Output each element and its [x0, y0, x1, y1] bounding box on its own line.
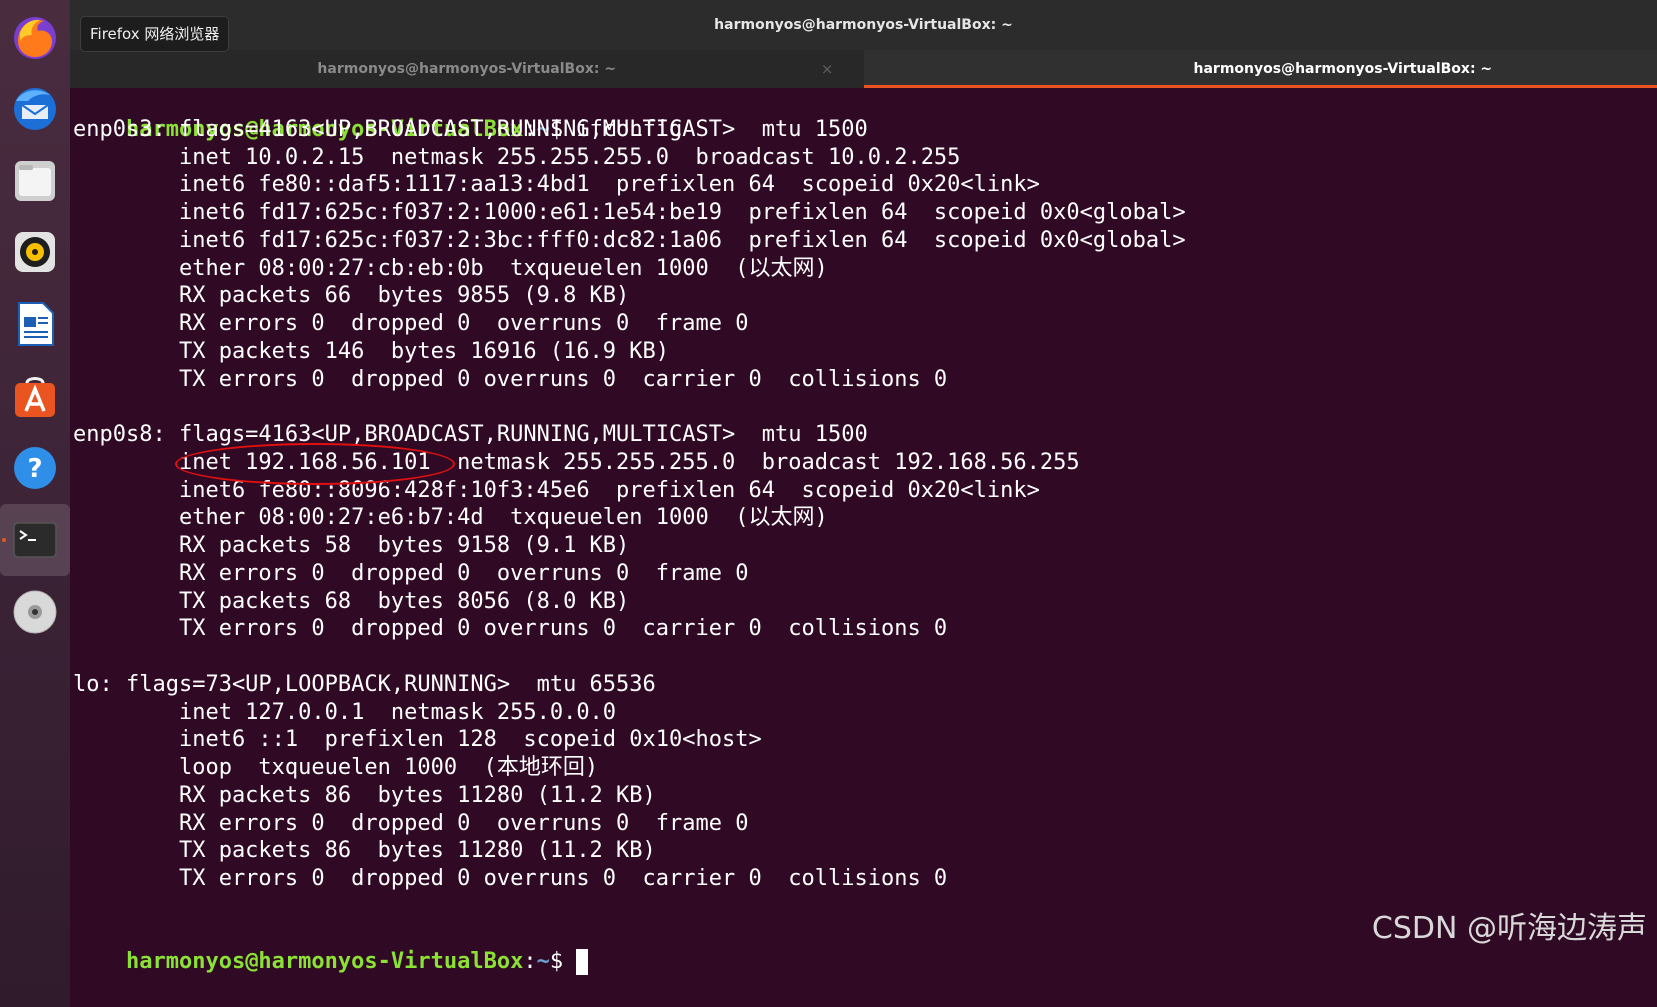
output-line: ether 08:00:27:e6:b7:4d txqueuelen 1000 …	[73, 505, 828, 531]
firefox-icon	[14, 17, 56, 59]
output-line: enp0s3: flags=4163<UP,BROADCAST,RUNNING,…	[73, 116, 868, 142]
terminal-output[interactable]: harmonyos@harmonyos-VirtualBox:~$ ifconf…	[70, 88, 1657, 1007]
output-line: lo: flags=73<UP,LOOPBACK,RUNNING> mtu 65…	[73, 671, 656, 697]
output-line: TX packets 86 bytes 11280 (11.2 KB)	[73, 838, 656, 864]
dock-item-terminal[interactable]	[0, 504, 70, 576]
output-line: inet6 fd17:625c:f037:2:1000:e61:1e54:be1…	[73, 200, 1186, 225]
disc-icon	[13, 590, 57, 634]
output-line: inet 192.168.56.101 netmask 255.255.255.…	[73, 449, 1080, 475]
output-line: loop txqueuelen 1000 (本地环回)	[73, 755, 599, 780]
output-line: inet6 fd17:625c:f037:2:3bc:fff0:dc82:1a0…	[73, 227, 1186, 253]
output-line: RX packets 86 bytes 11280 (11.2 KB)	[73, 782, 656, 808]
output-line: TX errors 0 dropped 0 overruns 0 carrier…	[73, 366, 948, 392]
svg-text:?: ?	[27, 454, 42, 484]
software-icon	[15, 377, 55, 417]
tab-label: harmonyos@harmonyos-VirtualBox: ~	[317, 61, 617, 77]
rhythmbox-icon	[15, 232, 55, 272]
prompt-separator: :	[523, 949, 537, 975]
output-line: enp0s8: flags=4163<UP,BROADCAST,RUNNING,…	[73, 422, 868, 447]
dock-item-help[interactable]: ?	[0, 432, 70, 504]
tab-label: harmonyos@harmonyos-VirtualBox: ~	[1193, 61, 1493, 77]
output-line: inet6 fe80::daf5:1117:aa13:4bd1 prefixle…	[73, 172, 1040, 198]
output-line: TX errors 0 dropped 0 overruns 0 carrier…	[73, 616, 948, 642]
output-line: RX errors 0 dropped 0 overruns 0 frame 0	[73, 311, 749, 336]
files-icon	[15, 161, 55, 201]
output-line: RX packets 58 bytes 9158 (9.1 KB)	[73, 533, 630, 558]
close-icon[interactable]: ×	[821, 60, 834, 78]
tab-terminal-1[interactable]: harmonyos@harmonyos-VirtualBox: ~ ×	[70, 50, 864, 88]
watermark: CSDN @听海边涛声	[1371, 911, 1647, 946]
dock-item-files[interactable]	[0, 144, 70, 216]
output-line: RX errors 0 dropped 0 overruns 0 frame 0	[73, 560, 749, 586]
tab-bar: harmonyos@harmonyos-VirtualBox: ~ × harm…	[70, 50, 1657, 88]
terminal-icon	[13, 522, 57, 558]
dock: ?	[0, 0, 70, 1007]
dock-tooltip: Firefox 网络浏览器	[80, 16, 230, 52]
dock-item-thunderbird[interactable]	[0, 72, 70, 144]
output-line: RX packets 66 bytes 9855 (9.8 KB)	[73, 283, 630, 309]
thunderbird-icon	[14, 88, 56, 130]
running-indicator	[2, 538, 6, 542]
window-titlebar: harmonyos@harmonyos-VirtualBox: ~	[70, 0, 1657, 50]
output-line: inet6 fe80::8096:428f:10f3:45e6 prefixle…	[73, 477, 1040, 503]
output-line: inet6 ::1 prefixlen 128 scopeid 0x10<hos…	[73, 727, 762, 753]
prompt-user: harmonyos@harmonyos-VirtualBox	[125, 949, 524, 975]
output-line: TX packets 146 bytes 16916 (16.9 KB)	[73, 338, 670, 364]
tab-terminal-2[interactable]: harmonyos@harmonyos-VirtualBox: ~	[863, 50, 1657, 88]
dock-item-firefox[interactable]	[0, 0, 70, 72]
output-line: inet 127.0.0.1 netmask 255.0.0.0	[73, 699, 617, 725]
dock-item-software[interactable]	[0, 360, 70, 432]
prompt-path: ~	[536, 949, 550, 975]
output-line: ether 08:00:27:cb:eb:0b txqueuelen 1000 …	[73, 255, 828, 281]
dock-item-disc[interactable]	[0, 576, 70, 648]
prompt-symbol: $	[549, 949, 564, 975]
output-line: TX packets 68 bytes 8056 (8.0 KB)	[73, 588, 630, 614]
output-line: inet 10.0.2.15 netmask 255.255.255.0 bro…	[73, 144, 961, 170]
writer-icon	[18, 302, 54, 346]
window-title: harmonyos@harmonyos-VirtualBox: ~	[714, 17, 1013, 33]
output-lines: enp0s3: flags=4163<UP,BROADCAST,RUNNING,…	[70, 116, 1657, 921]
text-cursor	[576, 949, 589, 976]
help-icon: ?	[14, 447, 56, 489]
command-line: harmonyos@harmonyos-VirtualBox:~$ ifconf…	[70, 88, 1657, 142]
output-line: RX errors 0 dropped 0 overruns 0 frame 0	[73, 810, 749, 836]
output-line: TX errors 0 dropped 0 overruns 0 carrier…	[73, 866, 948, 891]
dock-item-rhythmbox[interactable]	[0, 216, 70, 288]
dock-item-writer[interactable]	[0, 288, 70, 360]
